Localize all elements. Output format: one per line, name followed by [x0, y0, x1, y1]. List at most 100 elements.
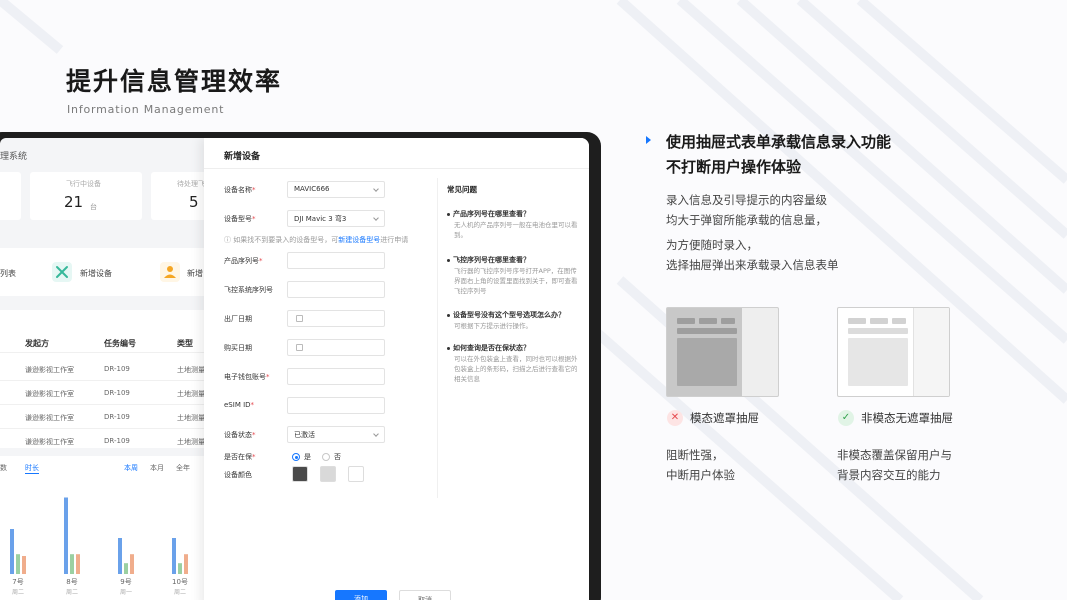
chart-bar [70, 554, 74, 574]
cancel-button[interactable]: 取消 [399, 590, 451, 600]
select-value: DJI Mavic 3 弯3 [294, 215, 347, 223]
table-header-initiator: 发起方 [25, 339, 49, 348]
faq-question: 飞控序列号在哪里查看？ [447, 255, 530, 265]
table-cell: 谦逊影视工作室 [25, 438, 74, 446]
table-cell: DR-109 [104, 365, 130, 373]
non-modal-drawer-note: 非模态覆盖保留用户与 背景内容交互的能力 [837, 445, 952, 485]
paragraph-line: 均大于弹窗所能承载的信息量， [666, 213, 827, 227]
hint-text: 进行申请 [380, 236, 409, 244]
hint-text: 如果找不到要录入的设备型号，可 [233, 236, 339, 244]
divider [204, 168, 589, 169]
required-mark: * [252, 453, 256, 461]
field-label: 产品序列号 [224, 257, 259, 265]
new-model-link[interactable]: 新建设备型号 [338, 236, 380, 244]
required-mark: * [266, 373, 270, 381]
chart-bar [64, 497, 68, 574]
device-status-select[interactable]: 已激活 [287, 426, 385, 443]
add-device-drawer: 新增设备 设备名称* MAVIC666 设备型号* DJI Mavic 3 弯3… [204, 138, 589, 600]
chart-bar [184, 554, 188, 574]
label-esim-id: eSIM ID* [224, 401, 254, 409]
product-serial-input[interactable] [287, 252, 385, 269]
field-label: 设备状态 [224, 431, 252, 439]
chart-bar [178, 563, 182, 574]
note-line: 非模态覆盖保留用户与 [837, 448, 952, 462]
label-manufacture-date: 出厂日期 [224, 314, 252, 324]
chart-bar [118, 538, 122, 574]
device-name-select[interactable]: MAVIC666 [287, 181, 385, 198]
label-wallet-account: 电子钱包账号* [224, 372, 270, 382]
warranty-no-radio[interactable] [322, 453, 330, 461]
flight-control-serial-input[interactable] [287, 281, 385, 298]
drone-icon [52, 262, 72, 282]
quick-action-list[interactable]: 列表 [0, 268, 16, 279]
x-tick-sublabel: 周二 [66, 589, 78, 596]
stat-card [0, 172, 21, 220]
select-value: MAVIC666 [294, 185, 330, 193]
chevron-down-icon [373, 431, 379, 437]
add-button[interactable]: 添加 [335, 590, 387, 600]
stat-card-flying: 飞行中设备 21 台 [30, 172, 142, 220]
table-cell: 土地测量 [177, 390, 205, 398]
chart-bar [16, 554, 20, 574]
table-cell: 谦逊影视工作室 [25, 414, 74, 422]
device-model-select[interactable]: DJI Mavic 3 弯3 [287, 210, 385, 227]
label-device-status: 设备状态* [224, 430, 256, 440]
table-cell: 谦逊影视工作室 [25, 390, 74, 398]
field-label: eSIM ID [224, 401, 251, 409]
chart-bar [76, 554, 80, 574]
chart-bar [10, 529, 14, 574]
wallet-account-input[interactable] [287, 368, 385, 385]
warranty-yes-radio[interactable] [292, 453, 300, 461]
esim-id-input[interactable] [287, 397, 385, 414]
feature-headline: 使用抽屉式表单承载信息录入功能 不打断用户操作体验 [666, 130, 1046, 180]
select-value: 已激活 [294, 431, 315, 439]
manufacture-date-picker[interactable] [287, 310, 385, 327]
field-label: 设备颜色 [224, 471, 252, 479]
note-line: 中断用户体验 [666, 468, 735, 482]
stat-label: 飞行中设备 [66, 180, 101, 188]
faq-question: 设备型号没有这个型号选项怎么办？ [447, 310, 565, 320]
color-swatch-gray[interactable] [320, 466, 336, 482]
table-cell: DR-109 [104, 389, 130, 397]
field-label: 购买日期 [224, 344, 252, 352]
color-swatch-dark[interactable] [292, 466, 308, 482]
triangle-bullet-icon [646, 136, 651, 144]
close-icon: ✕ [667, 410, 683, 426]
stat-value: 5 [189, 193, 199, 211]
required-mark: * [259, 257, 263, 265]
chart-bar [124, 563, 128, 574]
chevron-down-icon [373, 215, 379, 221]
paragraph-line: 录入信息及引导提示的内容量级 [666, 193, 827, 207]
label-device-color: 设备颜色 [224, 470, 252, 480]
table-cell: 土地测量 [177, 414, 205, 422]
modal-drawer-illustration [666, 307, 779, 397]
faq-question: 产品序列号在哪里查看？ [447, 209, 530, 219]
device-frame: 理系统 飞行中设备 21 台 待处理飞行 5 个 列表 新增设备 [0, 132, 601, 600]
warranty-no-label: 否 [334, 453, 341, 461]
label-device-name: 设备名称* [224, 185, 256, 195]
purchase-date-picker[interactable] [287, 339, 385, 356]
faq-title: 常见问题 [447, 185, 477, 194]
drawer-title: 新增设备 [224, 152, 261, 162]
x-tick-sublabel: 周二 [174, 589, 186, 596]
faq-answer: 可以在外包装盒上查看，同时也可以根据外包装盒上的条形码，扫描之后进行查看它的相关… [454, 355, 578, 383]
x-tick-sublabel: 周一 [120, 589, 132, 596]
model-hint: ⓘ 如果找不到要录入的设备型号，可新建设备型号进行申请 [224, 235, 408, 245]
stat-unit: 台 [90, 203, 97, 211]
table-cell: 土地测量 [177, 438, 205, 446]
quick-action-add[interactable]: 新增 [187, 268, 203, 279]
description-paragraph-2: 为方便随时录入， 选择抽屉弹出来承载录入信息表单 [666, 235, 839, 275]
table-cell: 谦逊影视工作室 [25, 366, 74, 374]
label-warranty: 是否在保* [224, 452, 256, 462]
field-label: 飞控系统序列号 [224, 286, 273, 294]
field-label: 电子钱包账号 [224, 373, 266, 381]
x-tick-sublabel: 周二 [12, 589, 24, 596]
color-swatch-white[interactable] [348, 466, 364, 482]
non-modal-drawer-illustration [837, 307, 950, 397]
label-purchase-date: 购买日期 [224, 343, 252, 353]
label-device-model: 设备型号* [224, 214, 256, 224]
quick-action-add-device[interactable]: 新增设备 [80, 268, 112, 279]
modal-drawer-note: 阻断性强， 中断用户体验 [666, 445, 735, 485]
table-cell: DR-109 [104, 413, 130, 421]
check-icon: ✓ [838, 410, 854, 426]
